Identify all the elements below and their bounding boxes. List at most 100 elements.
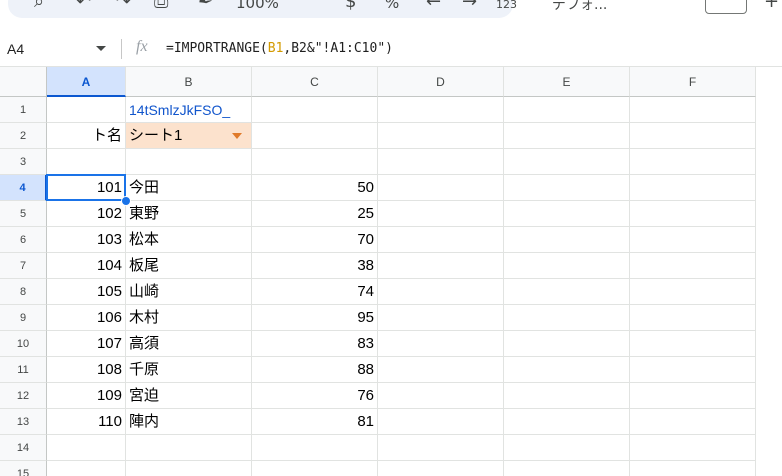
- row-header[interactable]: 13: [0, 409, 47, 435]
- cell[interactable]: [630, 149, 756, 175]
- dropdown-arrow-icon[interactable]: [232, 133, 242, 139]
- row-header[interactable]: 1: [0, 97, 47, 123]
- cell[interactable]: [630, 279, 756, 305]
- row-header[interactable]: 6: [0, 227, 47, 253]
- row-header[interactable]: 2: [0, 123, 47, 149]
- cell-name[interactable]: 木村: [126, 305, 252, 331]
- cell[interactable]: [47, 149, 126, 175]
- cell-score[interactable]: 88: [252, 357, 378, 383]
- cell-name[interactable]: 今田: [126, 175, 252, 201]
- row-header[interactable]: 10: [0, 331, 47, 357]
- cell-score[interactable]: 38: [252, 253, 378, 279]
- cell[interactable]: [504, 97, 630, 123]
- cell[interactable]: [378, 175, 504, 201]
- formula-input[interactable]: =IMPORTRANGE(B1,B2&"!A1:C10"): [166, 41, 393, 56]
- cell[interactable]: [630, 175, 756, 201]
- cell[interactable]: [630, 461, 756, 476]
- cell-id[interactable]: 105: [47, 279, 126, 305]
- cell[interactable]: [630, 383, 756, 409]
- row-header[interactable]: 15: [0, 461, 47, 476]
- cell-score[interactable]: 76: [252, 383, 378, 409]
- column-header[interactable]: B: [126, 67, 252, 97]
- cell-name[interactable]: 高須: [126, 331, 252, 357]
- cell-a2[interactable]: ト名: [47, 123, 126, 149]
- cell[interactable]: [504, 123, 630, 149]
- decrease-decimal-icon[interactable]: ←: [426, 0, 441, 12]
- paint-format-icon[interactable]: ✒: [198, 0, 213, 12]
- cell-id[interactable]: 106: [47, 305, 126, 331]
- increase-font-icon[interactable]: +: [764, 0, 779, 12]
- cell[interactable]: [378, 253, 504, 279]
- cell[interactable]: [378, 123, 504, 149]
- chevron-down-icon[interactable]: [96, 46, 106, 51]
- cell[interactable]: [252, 97, 378, 123]
- cell-name[interactable]: 板尾: [126, 253, 252, 279]
- cell[interactable]: [504, 149, 630, 175]
- cell[interactable]: [378, 461, 504, 476]
- cell[interactable]: [630, 331, 756, 357]
- cell[interactable]: [630, 357, 756, 383]
- spreadsheet-grid[interactable]: A B C D E F 1 14tSmlzJkFSO_ 2 ト名 シート1 3 4 101 今田 50 5 102…: [0, 67, 782, 476]
- cell[interactable]: [630, 97, 756, 123]
- font-select[interactable]: デフォ...: [552, 0, 607, 14]
- cell[interactable]: [630, 305, 756, 331]
- cell-id[interactable]: 103: [47, 227, 126, 253]
- cell[interactable]: [378, 97, 504, 123]
- cell-id[interactable]: 104: [47, 253, 126, 279]
- cell[interactable]: [630, 435, 756, 461]
- font-size-input[interactable]: [705, 0, 747, 14]
- cell[interactable]: [252, 149, 378, 175]
- column-header[interactable]: D: [378, 67, 504, 97]
- increase-decimal-icon[interactable]: →: [462, 0, 477, 12]
- cell-name[interactable]: 陣内: [126, 409, 252, 435]
- percent-button[interactable]: %: [385, 0, 399, 12]
- cell-score[interactable]: 70: [252, 227, 378, 253]
- cell[interactable]: [504, 305, 630, 331]
- cell[interactable]: [378, 227, 504, 253]
- cell-id[interactable]: 107: [47, 331, 126, 357]
- cell[interactable]: [378, 435, 504, 461]
- cell[interactable]: [252, 123, 378, 149]
- cell[interactable]: [504, 175, 630, 201]
- cell[interactable]: [378, 201, 504, 227]
- cell-score[interactable]: 81: [252, 409, 378, 435]
- undo-icon[interactable]: ↶: [76, 0, 91, 12]
- cell-score[interactable]: 83: [252, 331, 378, 357]
- cell-name[interactable]: 松本: [126, 227, 252, 253]
- cell[interactable]: [504, 435, 630, 461]
- cell[interactable]: [126, 461, 252, 476]
- cell[interactable]: [504, 357, 630, 383]
- cell[interactable]: [126, 435, 252, 461]
- cell[interactable]: [252, 461, 378, 476]
- column-header[interactable]: E: [504, 67, 630, 97]
- cell-name[interactable]: 東野: [126, 201, 252, 227]
- cell[interactable]: [504, 279, 630, 305]
- cell[interactable]: [378, 149, 504, 175]
- cell[interactable]: [126, 149, 252, 175]
- cell-id[interactable]: 102: [47, 201, 126, 227]
- row-header[interactable]: 5: [0, 201, 47, 227]
- row-header[interactable]: 3: [0, 149, 47, 175]
- select-all-corner[interactable]: [0, 67, 47, 97]
- cell[interactable]: [630, 227, 756, 253]
- cell[interactable]: [504, 461, 630, 476]
- cell-score[interactable]: 25: [252, 201, 378, 227]
- row-header[interactable]: 9: [0, 305, 47, 331]
- column-header[interactable]: F: [630, 67, 756, 97]
- print-icon[interactable]: ⎙: [154, 0, 168, 12]
- number-format-button[interactable]: 123: [496, 0, 517, 11]
- row-header[interactable]: 8: [0, 279, 47, 305]
- cell-b2-dropdown-chip[interactable]: シート1: [126, 123, 252, 149]
- row-header[interactable]: 14: [0, 435, 47, 461]
- cell[interactable]: [47, 461, 126, 476]
- row-header[interactable]: 4: [0, 175, 47, 201]
- zoom-select[interactable]: 100%: [236, 0, 279, 12]
- cell-score[interactable]: 95: [252, 305, 378, 331]
- name-box[interactable]: A4: [7, 41, 24, 57]
- fill-handle[interactable]: [121, 196, 131, 206]
- cell-score[interactable]: 50: [252, 175, 378, 201]
- cell[interactable]: [378, 305, 504, 331]
- cell[interactable]: [504, 331, 630, 357]
- cell-id[interactable]: 110: [47, 409, 126, 435]
- cell[interactable]: [504, 253, 630, 279]
